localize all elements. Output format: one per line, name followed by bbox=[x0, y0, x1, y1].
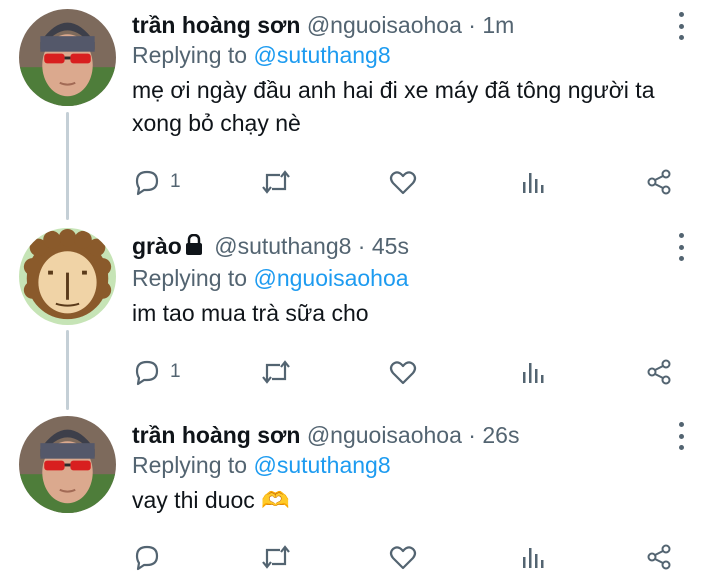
action-bar: 1 bbox=[132, 356, 692, 388]
share-icon bbox=[647, 169, 671, 195]
tweet-text: im tao mua trà sữa cho bbox=[132, 300, 369, 326]
share-icon bbox=[647, 544, 671, 570]
share-button[interactable] bbox=[644, 166, 674, 198]
retweet-icon bbox=[262, 360, 290, 384]
tweet[interactable]: trần hoàng sơn @nguoisaohoa · 1m Replyin… bbox=[0, 0, 720, 215]
display-name[interactable]: trần hoàng sơn bbox=[132, 12, 300, 38]
share-icon bbox=[647, 359, 671, 385]
tweet-header: grào @sututhang8 · 45s bbox=[132, 231, 680, 263]
tweet-text: vay thi duoc 🫶 bbox=[132, 484, 680, 517]
timestamp[interactable]: 45s bbox=[372, 233, 409, 259]
timestamp[interactable]: 1m bbox=[482, 12, 514, 38]
replying-label: Replying to bbox=[132, 452, 248, 478]
views-icon bbox=[523, 363, 544, 383]
tweet-header: trần hoàng sơn @nguoisaohoa · 26s bbox=[132, 420, 680, 450]
separator: · bbox=[357, 233, 366, 259]
retweet-button[interactable] bbox=[260, 166, 292, 198]
tweet[interactable]: trần hoàng sơn @nguoisaohoa · 26s Replyi… bbox=[0, 410, 720, 587]
handle[interactable]: @sututhang8 bbox=[214, 233, 351, 259]
retweet-button[interactable] bbox=[260, 541, 292, 573]
person-avatar-icon bbox=[19, 416, 116, 513]
more-options-icon[interactable] bbox=[672, 12, 690, 40]
display-name[interactable]: trần hoàng sơn bbox=[132, 422, 300, 448]
separator: · bbox=[468, 12, 476, 38]
avatar[interactable] bbox=[19, 416, 116, 513]
replying-to: Replying to @nguoisaohoa bbox=[132, 263, 680, 293]
action-bar bbox=[132, 541, 692, 573]
avatar[interactable] bbox=[19, 9, 116, 106]
timestamp[interactable]: 26s bbox=[482, 422, 519, 448]
replying-to: Replying to @sututhang8 bbox=[132, 40, 680, 70]
reply-count: 1 bbox=[170, 361, 181, 382]
tweet[interactable]: grào @sututhang8 · 45s Replying to @nguo… bbox=[0, 215, 720, 410]
like-icon bbox=[389, 546, 417, 570]
reply-icon bbox=[135, 545, 159, 571]
person-avatar-icon bbox=[19, 9, 116, 106]
more-options-icon[interactable] bbox=[672, 422, 690, 450]
replying-label: Replying to bbox=[132, 265, 248, 291]
like-button[interactable] bbox=[388, 541, 418, 573]
lion-avatar-icon bbox=[19, 228, 116, 325]
retweet-icon bbox=[262, 545, 290, 569]
reply-icon bbox=[135, 170, 159, 196]
reply-button[interactable]: 1 bbox=[132, 356, 181, 388]
views-button[interactable] bbox=[518, 356, 548, 388]
reply-count: 1 bbox=[170, 171, 181, 192]
views-button[interactable] bbox=[518, 541, 548, 573]
avatar[interactable] bbox=[19, 228, 116, 325]
tweet-header: trần hoàng sơn @nguoisaohoa · 1m bbox=[132, 10, 680, 40]
replying-label: Replying to bbox=[132, 42, 248, 68]
separator: · bbox=[468, 422, 476, 448]
views-icon bbox=[523, 173, 544, 193]
handle[interactable]: @nguoisaohoa bbox=[307, 12, 462, 38]
replying-handle[interactable]: @sututhang8 bbox=[253, 452, 390, 478]
more-options-icon[interactable] bbox=[672, 233, 690, 261]
tweet-text-content: vay thi duoc bbox=[132, 487, 255, 513]
reply-button[interactable]: 1 bbox=[132, 166, 181, 198]
like-button[interactable] bbox=[388, 166, 418, 198]
replying-handle[interactable]: @sututhang8 bbox=[253, 42, 390, 68]
action-bar: 1 bbox=[132, 166, 692, 198]
replying-handle[interactable]: @nguoisaohoa bbox=[253, 265, 408, 291]
heart-hands-emoji: 🫶 bbox=[261, 487, 290, 513]
like-icon bbox=[389, 361, 417, 385]
retweet-button[interactable] bbox=[260, 356, 292, 388]
like-icon bbox=[389, 171, 417, 195]
tweet-text: mẹ ơi ngày đầu anh hai đi xe máy đã tông… bbox=[132, 77, 655, 136]
share-button[interactable] bbox=[644, 541, 674, 573]
retweet-icon bbox=[262, 170, 290, 194]
reply-icon bbox=[135, 360, 159, 386]
display-name[interactable]: grào bbox=[132, 233, 182, 259]
reply-button[interactable] bbox=[132, 541, 170, 573]
handle[interactable]: @nguoisaohoa bbox=[307, 422, 462, 448]
replying-to: Replying to @sututhang8 bbox=[132, 450, 680, 480]
lock-icon bbox=[184, 233, 204, 263]
views-icon bbox=[523, 548, 544, 568]
like-button[interactable] bbox=[388, 356, 418, 388]
share-button[interactable] bbox=[644, 356, 674, 388]
views-button[interactable] bbox=[518, 166, 548, 198]
